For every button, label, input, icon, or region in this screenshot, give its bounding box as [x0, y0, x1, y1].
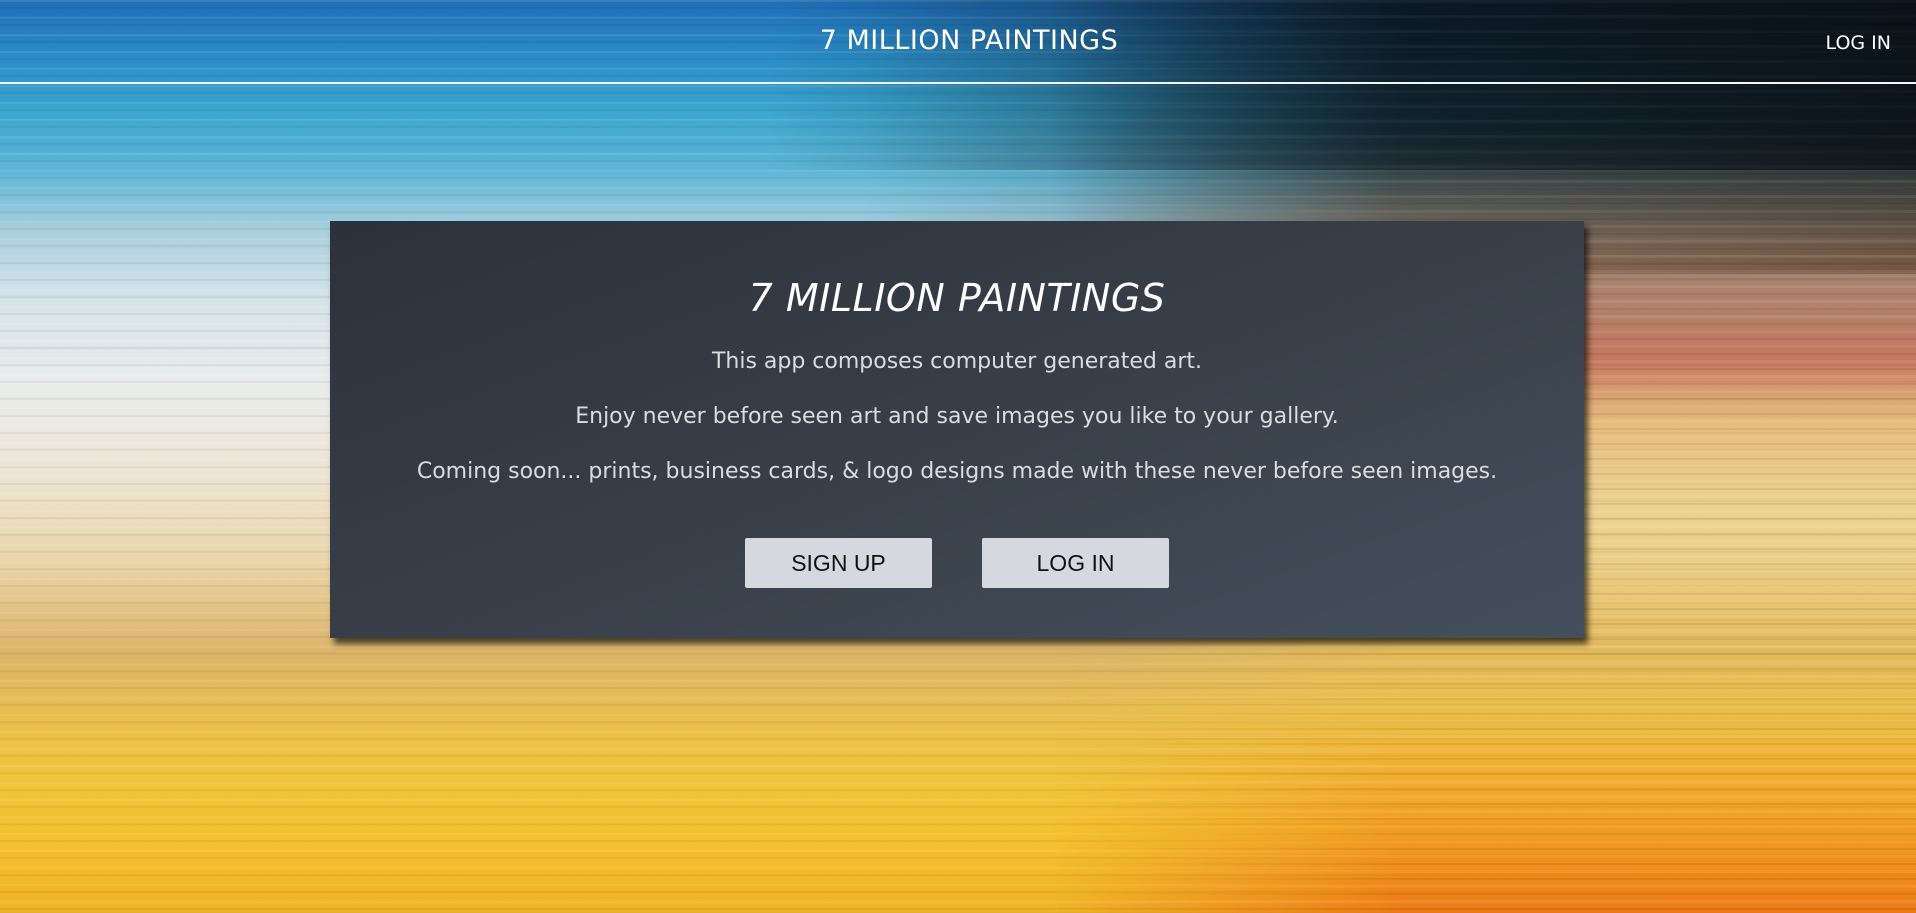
hero-title: 7 MILLION PAINTINGS [748, 276, 1166, 320]
header-login-link[interactable]: LOG IN [1826, 32, 1891, 54]
site-brand: 7 MILLION PAINTINGS [819, 25, 1119, 56]
log-in-button[interactable]: LOG IN [982, 538, 1169, 588]
hero-gallery-text: Enjoy never before seen art and save ima… [575, 404, 1339, 429]
hero-coming-soon-text: Coming soon... prints, business cards, &… [416, 459, 1498, 484]
top-bar: 7 MILLION PAINTINGS LOG IN [0, 0, 1916, 84]
hero-description: This app composes computer generated art… [711, 349, 1203, 374]
sign-up-button[interactable]: SIGN UP [745, 538, 932, 588]
welcome-card: 7 MILLION PAINTINGS This app composes co… [330, 221, 1584, 638]
